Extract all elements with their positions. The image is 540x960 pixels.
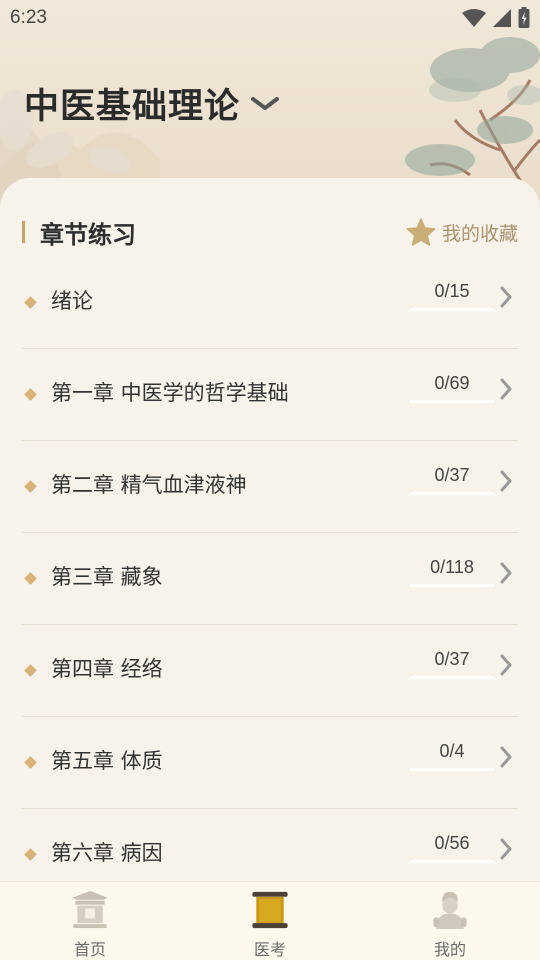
favorites-button[interactable]: 我的收藏 [406,218,518,246]
diamond-bullet-icon [24,664,37,677]
star-icon [406,218,436,246]
chapter-row[interactable]: 第五章 体质 0/4 [22,717,518,809]
chapter-progress: 0/15 [410,281,494,311]
status-time: 6:23 [10,7,47,28]
chapter-progress: 0/37 [410,465,494,495]
nav-item-exam[interactable]: 医考 [180,882,360,960]
chapter-row[interactable]: 第四章 经络 0/37 [22,625,518,717]
bottom-nav: 首页 医考 我的 [0,881,540,960]
chevron-right-icon [500,838,512,860]
nav-item-mine[interactable]: 我的 [360,882,540,960]
diamond-bullet-icon [24,572,37,585]
chapter-progress: 0/56 [410,833,494,863]
book-selector[interactable]: 中医基础理论 [24,78,280,129]
chapter-name: 绪论 [51,289,93,313]
section-header: 章节练习 我的收藏 [22,214,518,250]
section-accent-bar [22,221,25,243]
chevron-right-icon [500,378,512,400]
chapter-name: 第五章 体质 [51,749,163,773]
chapter-row[interactable]: 第二章 精气血津液神 0/37 [22,441,518,533]
chapter-row[interactable]: 绪论 0/15 [22,257,518,349]
scroll-icon [252,891,288,929]
section-title: 章节练习 [40,219,136,249]
chapter-row[interactable]: 第三章 藏象 0/118 [22,533,518,625]
chapter-row[interactable]: 第一章 中医学的哲学基础 0/69 [22,349,518,441]
chapter-name: 第三章 藏象 [51,565,163,589]
chapter-row[interactable]: 第六章 病因 0/56 [22,809,518,881]
chapter-name: 第六章 病因 [51,841,163,865]
chapter-name: 第二章 精气血津液神 [51,473,247,497]
nav-item-home[interactable]: 首页 [0,882,180,960]
diamond-bullet-icon [24,296,37,309]
wifi-icon [462,9,486,27]
chapter-progress: 0/4 [410,741,494,771]
chevron-right-icon [500,746,512,768]
diamond-bullet-icon [24,848,37,861]
status-bar: 6:23 [0,0,540,36]
doctor-icon [433,891,467,930]
nav-label-mine: 我的 [433,940,466,959]
chapter-name: 第一章 中医学的哲学基础 [51,381,289,405]
diamond-bullet-icon [24,756,37,769]
chapter-name: 第四章 经络 [51,657,163,681]
book-title: 中医基础理论 [24,86,241,127]
favorites-label: 我的收藏 [441,222,518,245]
diamond-bullet-icon [24,480,37,493]
status-icons [462,7,530,29]
chevron-right-icon [500,654,512,676]
cellular-signal-icon [493,9,511,27]
pavilion-icon [72,890,108,929]
chevron-right-icon [500,286,512,308]
battery-charging-icon [518,7,530,28]
nav-label-exam: 医考 [253,940,286,959]
chapter-list: 绪论 0/15 第一章 中医学的哲学基础 0/69 第二章 精气血津液神 0/3… [22,257,518,881]
nav-label-home: 首页 [73,940,106,959]
chapter-progress: 0/69 [410,373,494,403]
chapter-progress: 0/37 [410,649,494,679]
chevron-right-icon [500,470,512,492]
section-title-wrap: 章节练习 [22,215,136,250]
chapter-progress: 0/118 [410,557,494,587]
chevron-down-icon[interactable] [250,95,280,113]
chevron-right-icon [500,562,512,584]
diamond-bullet-icon [24,388,37,401]
chapter-practice-card: 章节练习 我的收藏 绪论 0/15 第一章 中医学的哲学基础 0/69 第二章 … [0,178,540,881]
